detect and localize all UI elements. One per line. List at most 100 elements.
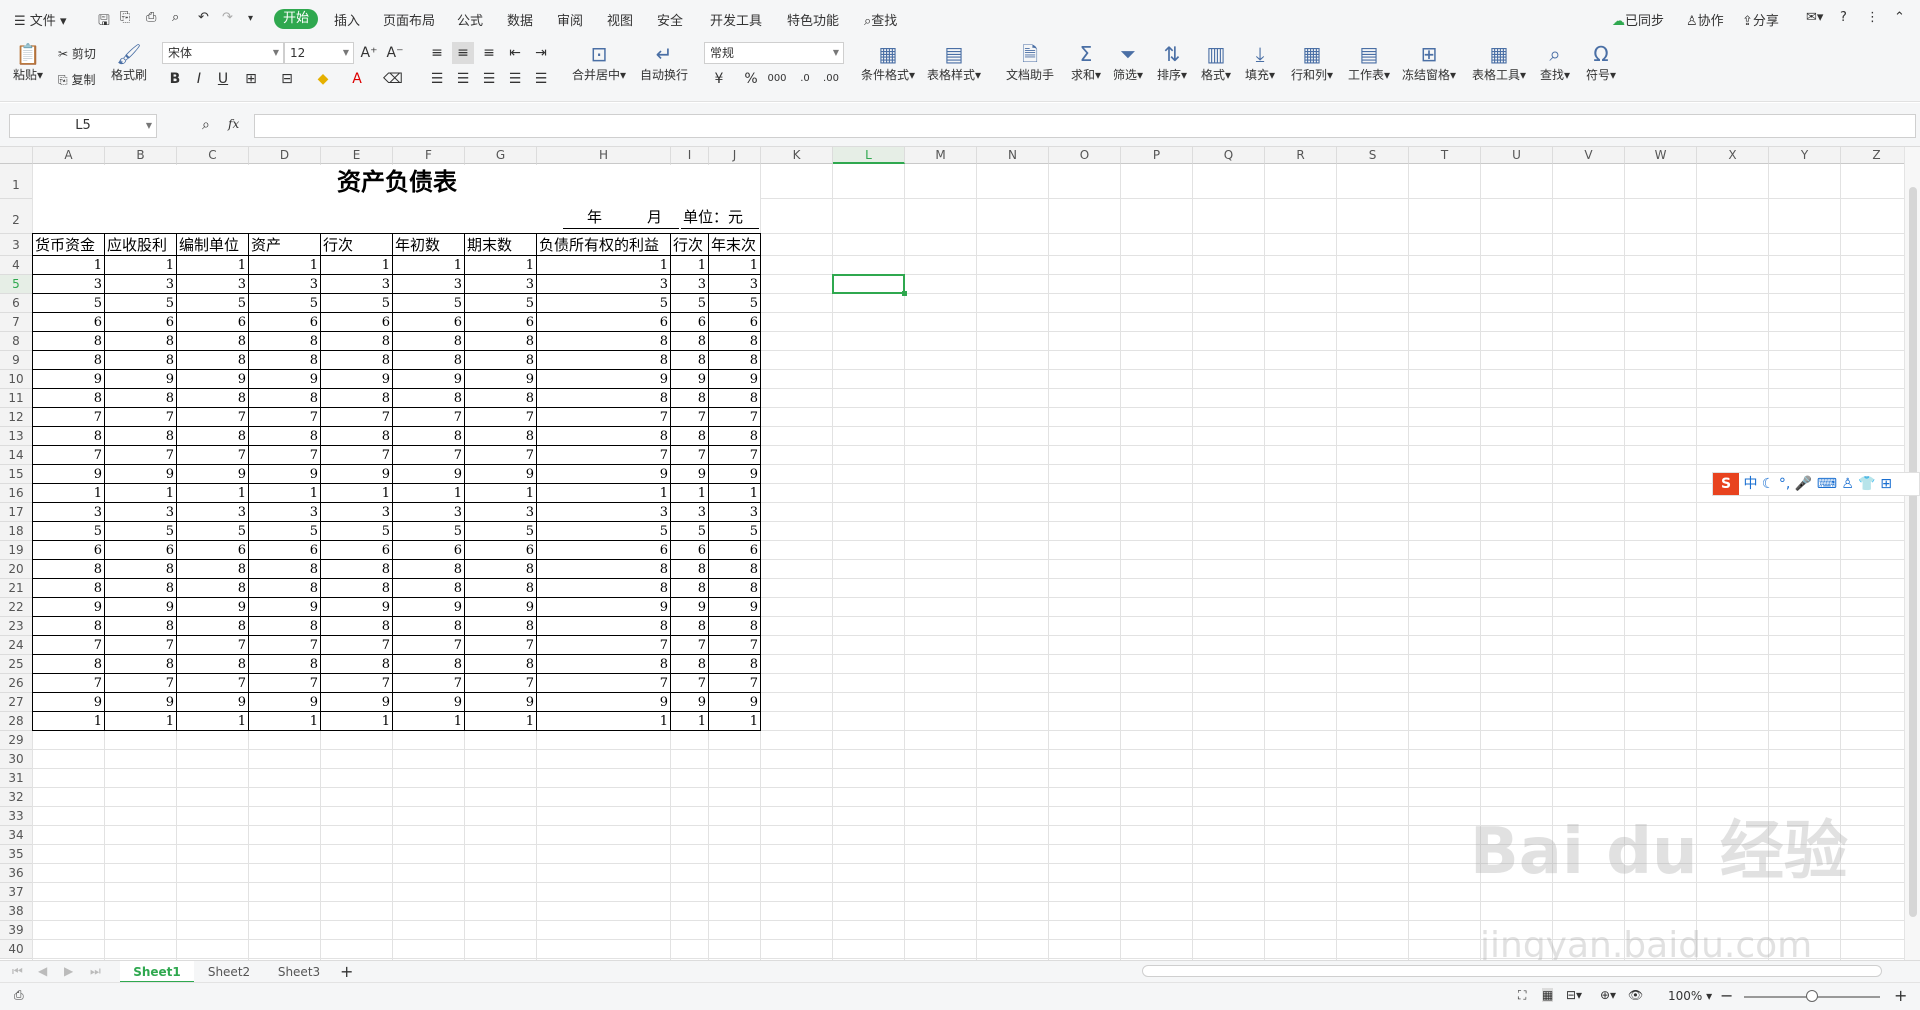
currency-icon[interactable]: ¥: [708, 68, 730, 90]
font-size-select[interactable]: 12 ▼: [284, 42, 354, 64]
data-cell[interactable]: 8: [105, 655, 176, 674]
data-cell[interactable]: 8: [393, 389, 464, 408]
row-header-37[interactable]: 37: [0, 883, 33, 902]
data-cell[interactable]: 9: [671, 693, 708, 712]
doc-helper-button[interactable]: 🗎 文档助手: [1004, 42, 1056, 83]
column-header-H[interactable]: H: [537, 147, 671, 164]
export-icon[interactable]: ⎘: [120, 10, 130, 25]
data-cell[interactable]: 1: [177, 712, 248, 731]
data-cell[interactable]: 9: [709, 693, 760, 712]
row-header-21[interactable]: 21: [0, 579, 33, 598]
data-cell[interactable]: 9: [393, 370, 464, 389]
print-icon[interactable]: ⎙: [146, 10, 156, 25]
data-cell[interactable]: 8: [33, 617, 104, 636]
row-header-38[interactable]: 38: [0, 902, 33, 921]
find-button[interactable]: ⌕ 查找▾: [1536, 42, 1574, 83]
data-cell[interactable]: 1: [105, 484, 176, 503]
data-cell[interactable]: 8: [105, 617, 176, 636]
row-header-22[interactable]: 22: [0, 598, 33, 617]
data-cell[interactable]: 7: [177, 408, 248, 427]
data-cell[interactable]: 8: [249, 617, 320, 636]
fill-button[interactable]: ⤓ 填充▾: [1242, 42, 1278, 83]
increase-font-icon[interactable]: A⁺: [358, 42, 380, 64]
data-cell[interactable]: 8: [537, 389, 670, 408]
data-cell[interactable]: 8: [177, 332, 248, 351]
data-cell[interactable]: 3: [709, 503, 760, 522]
horizontal-scrollbar[interactable]: [1142, 965, 1882, 977]
data-cell[interactable]: 7: [321, 446, 392, 465]
data-cell[interactable]: 8: [671, 427, 708, 446]
data-cell[interactable]: 8: [393, 332, 464, 351]
data-cell[interactable]: 9: [537, 465, 670, 484]
data-cell[interactable]: 9: [465, 370, 536, 389]
column-header-N[interactable]: N: [977, 147, 1049, 164]
fill-handle[interactable]: [902, 291, 907, 296]
data-cell[interactable]: 8: [709, 427, 760, 446]
data-cell[interactable]: 8: [33, 579, 104, 598]
data-cell[interactable]: 9: [33, 370, 104, 389]
data-cell[interactable]: 8: [537, 427, 670, 446]
data-cell[interactable]: 8: [465, 389, 536, 408]
row-header-29[interactable]: 29: [0, 731, 33, 750]
data-cell[interactable]: 9: [105, 598, 176, 617]
header-cell[interactable]: 行次: [323, 234, 392, 256]
data-cell[interactable]: 8: [249, 351, 320, 370]
data-cell[interactable]: 8: [393, 655, 464, 674]
data-cell[interactable]: 8: [177, 351, 248, 370]
column-header-W[interactable]: W: [1625, 147, 1697, 164]
data-cell[interactable]: 9: [321, 693, 392, 712]
tab-home[interactable]: 开始: [274, 9, 318, 29]
data-cell[interactable]: 9: [177, 693, 248, 712]
moon-icon[interactable]: ☾: [1762, 476, 1775, 492]
data-cell[interactable]: 1: [249, 484, 320, 503]
collab-button[interactable]: ♙协作: [1686, 10, 1724, 29]
data-cell[interactable]: 8: [321, 655, 392, 674]
data-cell[interactable]: 1: [393, 484, 464, 503]
data-cell[interactable]: 3: [321, 503, 392, 522]
data-cell[interactable]: 6: [393, 541, 464, 560]
data-cell[interactable]: 6: [537, 313, 670, 332]
percent-icon[interactable]: %: [740, 68, 762, 90]
unit-label[interactable]: 单位：元: [683, 205, 773, 229]
zoom-level[interactable]: 100% ▾: [1668, 989, 1712, 1003]
data-cell[interactable]: 1: [321, 256, 392, 275]
data-cell[interactable]: 7: [709, 674, 760, 693]
data-cell[interactable]: 8: [465, 332, 536, 351]
zoom-out-icon[interactable]: −: [1720, 986, 1733, 1005]
data-cell[interactable]: 8: [393, 427, 464, 446]
data-cell[interactable]: 7: [465, 636, 536, 655]
data-cell[interactable]: 3: [105, 503, 176, 522]
data-cell[interactable]: 5: [537, 294, 670, 313]
data-cell[interactable]: 9: [249, 465, 320, 484]
data-cell[interactable]: 8: [177, 617, 248, 636]
data-cell[interactable]: 9: [249, 598, 320, 617]
name-box[interactable]: L5 ▼: [9, 114, 157, 138]
data-cell[interactable]: 8: [393, 617, 464, 636]
italic-button[interactable]: I: [188, 68, 210, 90]
data-cell[interactable]: 7: [671, 674, 708, 693]
data-cell[interactable]: 5: [321, 294, 392, 313]
row-header-6[interactable]: 6: [0, 294, 33, 313]
cell-style-icon[interactable]: ⊟: [276, 68, 298, 90]
tab-insert[interactable]: 插入: [334, 10, 360, 29]
indent-decrease-icon[interactable]: ⇤: [504, 42, 526, 64]
tab-data[interactable]: 数据: [507, 10, 533, 29]
sheet-title[interactable]: 资产负债表: [33, 164, 761, 199]
data-cell[interactable]: 3: [537, 275, 670, 294]
data-cell[interactable]: 5: [177, 522, 248, 541]
column-header-G[interactable]: G: [465, 147, 537, 164]
row-header-15[interactable]: 15: [0, 465, 33, 484]
data-cell[interactable]: 7: [537, 674, 670, 693]
row-header-35[interactable]: 35: [0, 845, 33, 864]
column-header-D[interactable]: D: [249, 147, 321, 164]
column-header-X[interactable]: X: [1697, 147, 1769, 164]
data-cell[interactable]: 8: [393, 351, 464, 370]
data-cell[interactable]: 8: [33, 332, 104, 351]
tab-review[interactable]: 审阅: [557, 10, 583, 29]
data-cell[interactable]: 6: [177, 313, 248, 332]
sheet-tab-1[interactable]: Sheet1: [120, 961, 194, 983]
search-button[interactable]: ⌕查找: [864, 10, 897, 29]
customize-icon[interactable]: ▾: [248, 13, 253, 24]
data-cell[interactable]: 6: [671, 541, 708, 560]
more-icon[interactable]: ⋮: [1866, 10, 1879, 25]
